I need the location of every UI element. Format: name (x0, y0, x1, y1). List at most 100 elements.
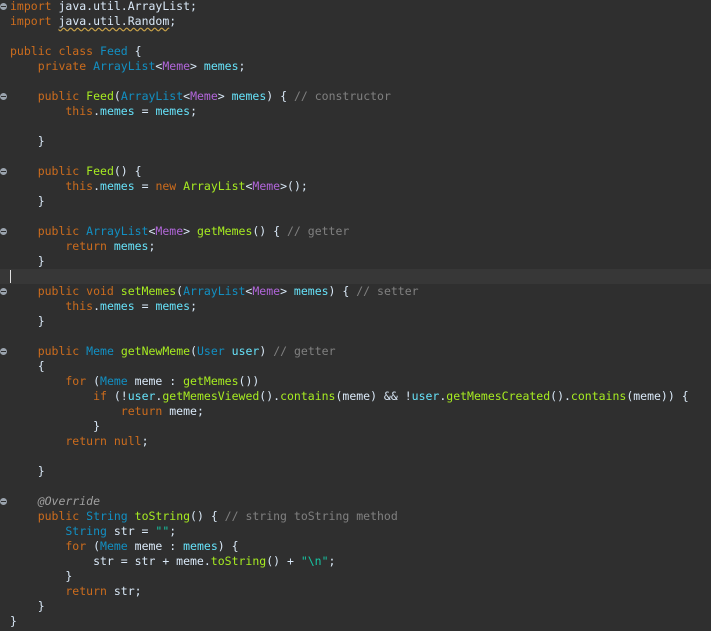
code-text: } (10, 134, 45, 149)
code-line[interactable] (0, 479, 711, 494)
code-text: } (10, 194, 45, 209)
code-line[interactable]: @Override (0, 494, 711, 509)
code-text: public void setMemes(ArrayList<Meme> mem… (10, 284, 419, 299)
code-token: ; (238, 59, 246, 73)
fold-collapse-icon[interactable] (0, 498, 7, 505)
code-token: } (10, 194, 45, 208)
code-token: > (280, 284, 294, 298)
code-line[interactable]: public void setMemes(ArrayList<Meme> mem… (0, 284, 711, 299)
code-token: ArrayList (86, 224, 149, 238)
code-line[interactable]: public ArrayList<Meme> getMemes() { // g… (0, 224, 711, 239)
code-line[interactable]: for (Meme meme : getMemes()) (0, 374, 711, 389)
code-line[interactable]: { (0, 359, 711, 374)
code-token: memes (100, 299, 135, 313)
code-line[interactable]: String str = ""; (0, 524, 711, 539)
code-token: } (10, 464, 45, 478)
code-token: meme; (169, 404, 204, 418)
code-line[interactable] (0, 74, 711, 89)
code-line[interactable]: for (Meme meme : memes) { (0, 539, 711, 554)
code-token: ) { (328, 284, 357, 298)
code-line[interactable] (0, 119, 711, 134)
code-text: public Feed() { (10, 164, 142, 179)
code-token: getMemes (183, 374, 239, 388)
code-token: Meme (155, 224, 184, 238)
code-token: return (10, 584, 114, 598)
fold-collapse-icon[interactable] (0, 348, 7, 355)
code-token: public void (10, 284, 121, 298)
code-line[interactable]: this.memes = new ArrayList<Meme>(); (0, 179, 711, 194)
code-line[interactable]: str = str + meme.toString() + "\n"; (0, 554, 711, 569)
code-token: user (127, 389, 156, 403)
code-line[interactable]: import java.util.Random; (0, 14, 711, 29)
code-token: ; (141, 434, 149, 448)
code-token: memes (183, 539, 218, 553)
code-line[interactable]: import java.util.ArrayList; (0, 0, 711, 14)
code-text: return memes; (10, 239, 155, 254)
code-token: getMemesCreated (446, 389, 551, 403)
code-line[interactable] (0, 149, 711, 164)
code-token: // string toString method (224, 509, 398, 523)
code-token: String (10, 524, 107, 538)
code-token: @Override (10, 494, 101, 508)
fold-collapse-icon[interactable] (0, 288, 7, 295)
code-line[interactable] (0, 269, 711, 284)
code-token: Meme (252, 179, 281, 193)
code-text: return meme; (10, 404, 204, 419)
code-line[interactable]: public Feed(ArrayList<Meme> memes) { // … (0, 89, 711, 104)
code-line[interactable]: return meme; (0, 404, 711, 419)
code-token: public (10, 224, 87, 238)
fold-collapse-icon[interactable] (0, 3, 7, 10)
code-token: Meme (100, 539, 128, 553)
code-line[interactable]: return memes; (0, 239, 711, 254)
code-token: ; (169, 524, 177, 538)
code-token: () { (190, 509, 225, 523)
code-line[interactable]: } (0, 254, 711, 269)
code-token: // constructor (293, 89, 391, 103)
code-line[interactable]: public Feed() { (0, 164, 711, 179)
code-line[interactable]: public Meme getNewMeme(User user) // get… (0, 344, 711, 359)
code-line[interactable] (0, 209, 711, 224)
code-line[interactable]: } (0, 599, 711, 614)
code-line[interactable]: this.memes = memes; (0, 104, 711, 119)
code-line[interactable]: public class Feed { (0, 44, 711, 59)
code-line[interactable]: return null; (0, 434, 711, 449)
code-text: import java.util.Random; (10, 14, 176, 29)
code-text: public ArrayList<Meme> getMemes() { // g… (10, 224, 350, 239)
code-editor[interactable]: import java.util.ArrayList; import java.u… (0, 0, 711, 631)
code-line[interactable]: } (0, 569, 711, 584)
code-line[interactable]: } (0, 614, 711, 629)
fold-collapse-icon[interactable] (0, 228, 7, 235)
code-token: meme : (127, 374, 184, 388)
code-line[interactable]: } (0, 464, 711, 479)
code-token: } (10, 614, 17, 628)
code-line[interactable]: return str; (0, 584, 711, 599)
code-text: @Override (10, 494, 100, 509)
code-token: toString (210, 554, 267, 568)
fold-collapse-icon[interactable] (0, 168, 7, 175)
code-text: public class Feed { (10, 44, 142, 59)
code-line[interactable] (0, 29, 711, 44)
code-line[interactable]: } (0, 194, 711, 209)
code-token: memes (155, 299, 191, 313)
code-token: memes (155, 104, 191, 118)
code-token: ) (259, 344, 274, 358)
code-token: java.util.ArrayList; (51, 0, 197, 13)
code-line[interactable]: public String toString() { // string toS… (0, 509, 711, 524)
code-line[interactable]: this.memes = memes; (0, 299, 711, 314)
fold-collapse-icon[interactable] (0, 93, 7, 100)
code-token: ()) (238, 374, 260, 388)
code-line[interactable] (0, 329, 711, 344)
code-line[interactable] (0, 449, 711, 464)
code-text: this.memes = new ArrayList<Meme>(); (10, 179, 307, 194)
code-line[interactable]: private ArrayList<Meme> memes; (0, 59, 711, 74)
code-token: . (93, 104, 101, 118)
code-line[interactable]: if (!user.getMemesViewed().contains(meme… (0, 389, 711, 404)
code-line[interactable]: } (0, 419, 711, 434)
code-token: // getter (273, 344, 336, 358)
code-token: user (411, 389, 440, 403)
code-token: > (183, 224, 197, 238)
code-line[interactable]: } (0, 314, 711, 329)
code-line[interactable]: } (0, 134, 711, 149)
code-token: ; (190, 299, 197, 313)
